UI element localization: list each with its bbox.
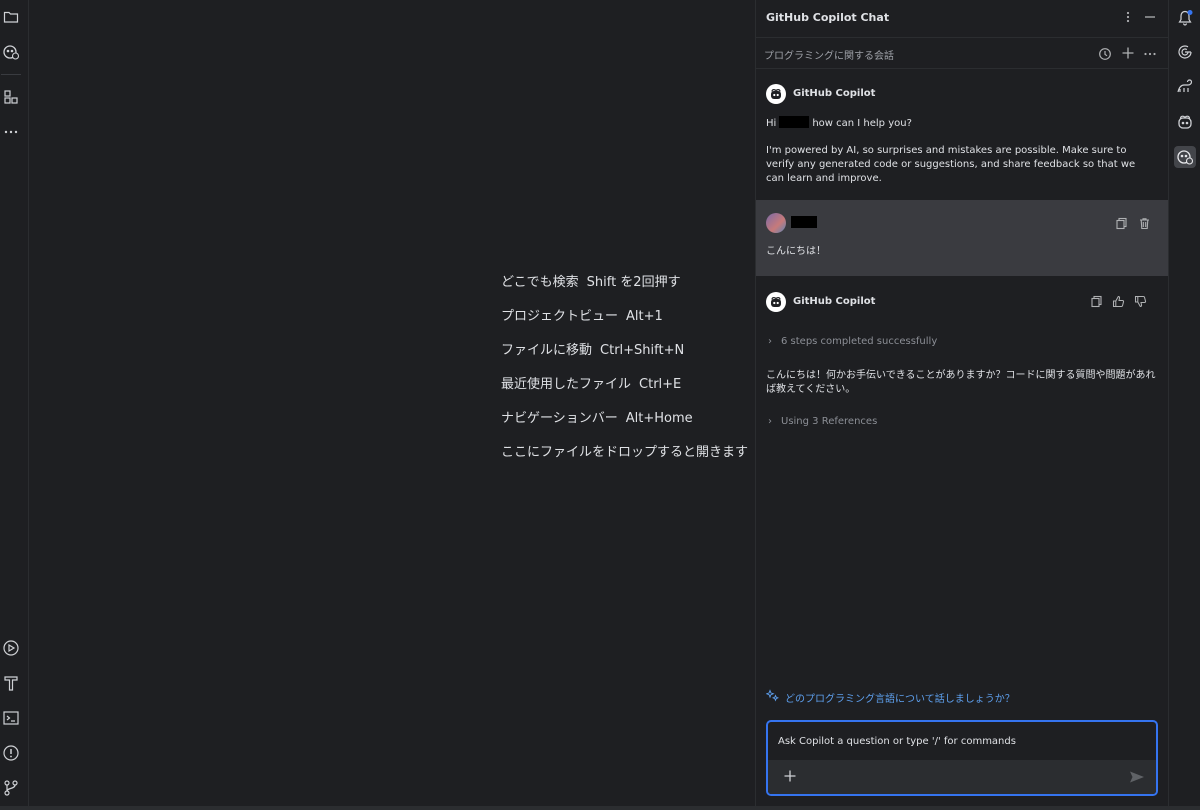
send-icon[interactable] [1128,768,1146,786]
thumbs-down-icon[interactable] [1133,294,1147,308]
greeting-text: Hi how can I help you? [766,116,912,129]
problems-icon[interactable] [2,744,20,762]
hint-go-to-file: ファイルに移動 Ctrl+Shift+N [501,343,685,358]
redacted-username [791,216,817,228]
sparkle-icon [765,689,780,705]
copilot-avatar-icon [766,84,786,104]
message-author: GitHub Copilot [793,296,876,307]
chevron-right-icon: › [768,336,772,347]
hint-navigation-bar: ナビゲーションバー Alt+Home [501,411,693,426]
services-icon[interactable] [2,639,20,657]
hint-project-view: プロジェクトビュー Alt+1 [501,309,663,324]
chat-header: GitHub Copilot Chat [756,0,1169,36]
copilot-icon[interactable] [1174,111,1196,133]
message-body: こんにちは！何かお手伝いできることがありますか？コードに関する質問や問題があれば… [766,370,1156,395]
delete-icon[interactable] [1137,216,1151,230]
copilot-chat-icon[interactable] [1174,146,1196,168]
terminal-icon[interactable] [2,709,20,727]
chat-input[interactable] [768,722,1156,760]
references-collapsible[interactable]: › Using 3 References [768,416,877,427]
conversation-title: プログラミングに関する会話 [764,51,894,62]
chat-panel-title: GitHub Copilot Chat [766,11,890,24]
chevron-right-icon: › [768,416,772,427]
new-chat-icon[interactable] [1120,45,1136,61]
user-avatar [766,213,786,233]
more-icon[interactable] [2,122,20,140]
hint-recent-files: 最近使用したファイル Ctrl+E [501,377,682,392]
structure-icon[interactable] [2,88,20,106]
suggested-prompt[interactable]: どのプログラミング言語について話しましょうか？ [765,689,1015,705]
editor-empty-area[interactable]: どこでも検索 Shift を2回押す プロジェクトビュー Alt+1 ファイルに移動… [29,0,755,810]
steps-collapsible[interactable]: › 6 steps completed successfully [768,336,937,347]
hint-search-everywhere: どこでも検索 Shift を2回押す [501,275,681,290]
message-author: GitHub Copilot [793,88,876,99]
gradle-icon[interactable] [1174,76,1196,98]
attach-context-button[interactable] [782,768,798,784]
user-message: こんにちは！ [756,200,1169,276]
input-toolbar [768,760,1156,794]
copy-icon[interactable] [1114,216,1128,230]
conversation-bar: プログラミングに関する会話 [756,37,1169,69]
options-menu-icon[interactable] [1120,9,1136,25]
toolbar-divider [1,74,21,75]
copilot-avatar-icon [766,292,786,312]
thumbs-up-icon[interactable] [1111,294,1125,308]
status-bar-edge [0,806,1200,810]
notifications-icon[interactable] [1174,7,1196,29]
ai-assistant-icon[interactable] [1174,41,1196,63]
history-icon[interactable] [1097,46,1113,62]
folder-icon[interactable] [2,8,20,26]
copilot-icon[interactable] [2,43,20,61]
redacted-username [779,116,810,128]
minimize-icon[interactable] [1142,9,1158,25]
message-body: I'm powered by AI, so surprises and mist… [766,145,1136,184]
hint-drop-files: ここにファイルをドロップすると開きます [501,445,749,460]
copilot-chat-panel: GitHub Copilot Chat プログラミングに関する会話 GitHub… [755,0,1169,810]
chat-input-box [766,720,1158,796]
build-icon[interactable] [2,674,20,692]
right-tool-strip [1168,0,1200,810]
left-tool-strip [0,0,29,810]
editor-hints: どこでも検索 Shift を2回押す プロジェクトビュー Alt+1 ファイルに移動… [501,274,748,478]
copy-icon[interactable] [1089,294,1103,308]
user-message-text: こんにちは！ [766,246,826,257]
more-options-icon[interactable] [1142,46,1158,62]
git-icon[interactable] [2,779,20,797]
